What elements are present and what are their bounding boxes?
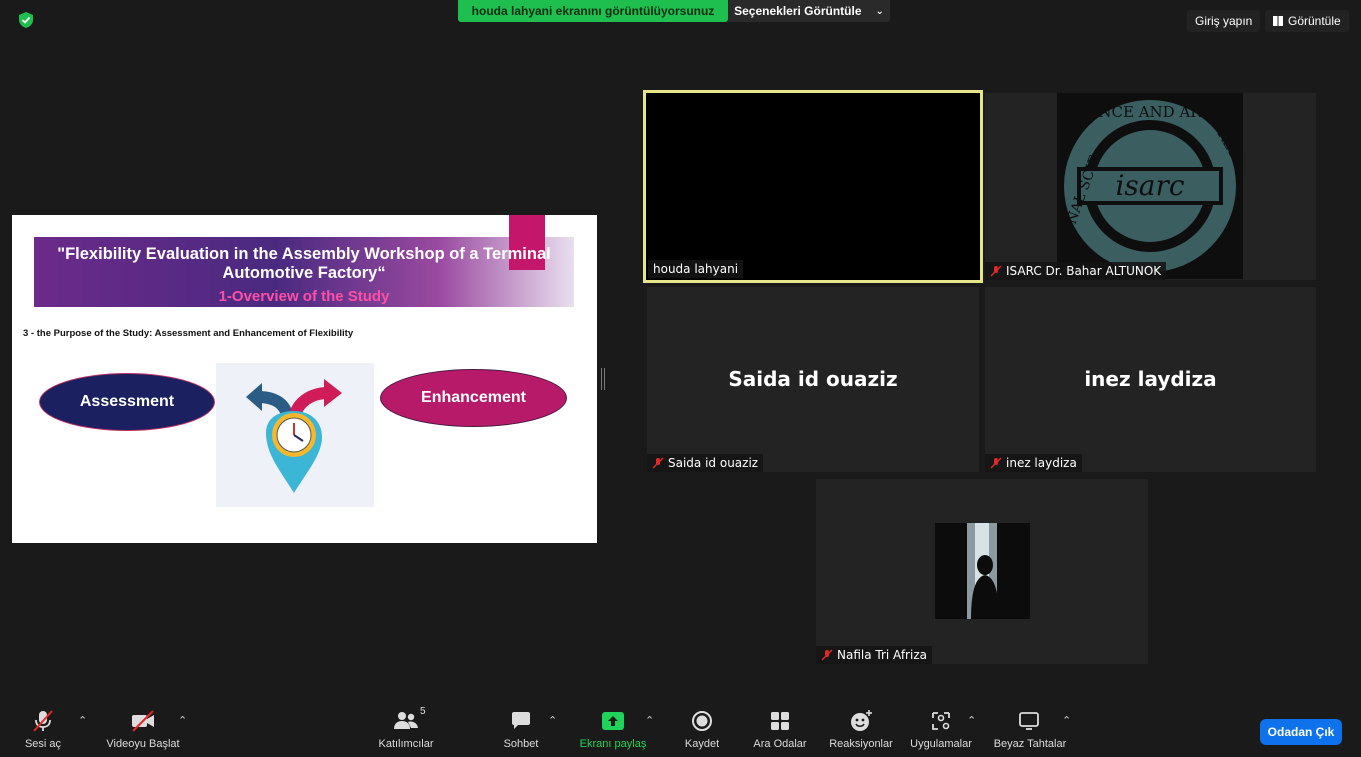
video-tile-nafila[interactable]: Nafila Tri Afriza <box>816 479 1148 664</box>
participant-name: Saida id ouaziz <box>668 456 759 470</box>
start-video-label: Videoyu Başlat <box>106 738 180 750</box>
participant-name-label: ISARC Dr. Bahar ALTUNOK <box>985 262 1167 280</box>
video-options-caret[interactable]: ⌃ <box>178 714 187 727</box>
zoom-meeting-window: houda lahyani ekranını görüntülüyorsunuz… <box>0 0 1361 757</box>
video-tile-inez[interactable]: inez laydiza inez laydiza <box>985 287 1316 472</box>
reactions-label: Reaksiyonlar <box>829 738 893 750</box>
participant-profile-photo <box>935 523 1030 619</box>
record-label: Kaydet <box>684 738 720 750</box>
slide-subtitle: 1-Overview of the Study <box>218 288 390 305</box>
record-button[interactable]: Kaydet <box>665 708 739 750</box>
leave-meeting-button[interactable]: Odadan Çık <box>1260 719 1342 745</box>
microphone-muted-icon <box>821 649 833 661</box>
silhouette-photo-icon <box>935 523 1030 619</box>
video-tile-isarc[interactable]: isarc NCE AND AR NAL SCIE RESEARCH CENTE… <box>985 93 1316 280</box>
participant-display-name: inez laydiza <box>1084 367 1217 391</box>
view-options-label: Seçenekleri Görüntüle <box>734 4 862 18</box>
video-camera-off-icon <box>132 710 154 732</box>
view-button[interactable]: Görüntüle <box>1265 10 1349 32</box>
screen-share-banner: houda lahyani ekranını görüntülüyorsunuz <box>458 0 728 22</box>
chat-options-caret[interactable]: ⌃ <box>548 714 557 727</box>
participant-name-label: Nafila Tri Afriza <box>816 646 932 664</box>
record-icon <box>692 711 712 731</box>
apps-options-caret[interactable]: ⌃ <box>967 714 976 727</box>
view-button-label: Görüntüle <box>1288 14 1341 28</box>
chat-label: Sohbet <box>503 738 539 750</box>
participant-name-label: houda lahyani <box>648 260 744 278</box>
participant-name-label: Saida id ouaziz <box>647 454 764 472</box>
share-screen-label: Ekranı paylaş <box>579 738 647 750</box>
isarc-logo-image: isarc NCE AND AR NAL SCIE RESEARCH CENTE <box>1057 93 1298 279</box>
chevron-down-icon: ⌄ <box>875 5 884 17</box>
participants-label: Katılımcılar <box>378 738 434 750</box>
participants-count: 5 <box>420 706 426 717</box>
isarc-logo-text: isarc <box>1115 169 1184 202</box>
participants-icon <box>394 712 418 729</box>
start-video-button[interactable]: Videoyu Başlat <box>98 708 188 750</box>
view-options-button[interactable]: Seçenekleri Görüntüle ⌄ <box>728 0 890 22</box>
breakout-rooms-icon <box>771 712 789 730</box>
microphone-muted-icon <box>33 710 53 732</box>
participant-display-name: Saida id ouaziz <box>728 367 898 391</box>
video-tile-saida[interactable]: Saida id ouaziz Saida id ouaziz <box>647 287 979 472</box>
sign-in-button[interactable]: Giriş yapın <box>1187 10 1261 32</box>
apps-icon <box>932 712 950 730</box>
unmute-button[interactable]: Sesi aç <box>8 708 78 750</box>
whiteboard-icon <box>1019 712 1039 730</box>
video-tile-houda[interactable]: houda lahyani <box>643 90 983 283</box>
shield-icon[interactable] <box>17 11 35 29</box>
shared-screen-slide[interactable]: "Flexibility Evaluation in the Assembly … <box>12 215 597 543</box>
slide-purpose-text: 3 - the Purpose of the Study: Assessment… <box>23 328 354 339</box>
arrows-clock-pin-icon <box>246 379 342 493</box>
assessment-oval: Assessment <box>39 373 215 431</box>
meeting-toolbar: Sesi aç ⌃ Videoyu Başlat ⌃ 5 Katılımcıla… <box>0 700 1361 757</box>
microphone-muted-icon <box>652 457 664 469</box>
reactions-button[interactable]: Reaksiyonlar <box>821 708 901 750</box>
chat-button[interactable]: Sohbet <box>484 708 558 750</box>
audio-options-caret[interactable]: ⌃ <box>78 714 87 727</box>
whiteboards-label: Beyaz Tahtalar <box>993 738 1067 750</box>
apps-label: Uygulamalar <box>910 738 972 750</box>
participant-name: ISARC Dr. Bahar ALTUNOK <box>1006 264 1162 278</box>
whiteboard-options-caret[interactable]: ⌃ <box>1062 714 1071 727</box>
share-options-caret[interactable]: ⌃ <box>645 714 654 727</box>
share-screen-icon <box>602 712 624 730</box>
isarc-logo-icon: isarc NCE AND AR NAL SCIE RESEARCH CENTE <box>1064 100 1298 272</box>
participant-name-label: inez laydiza <box>985 454 1082 472</box>
unmute-label: Sesi aç <box>24 738 62 750</box>
microphone-muted-icon <box>990 265 1002 277</box>
participant-name: inez laydiza <box>1006 456 1077 470</box>
microphone-muted-icon <box>990 457 1002 469</box>
participants-button[interactable]: 5 Katılımcılar <box>366 706 446 750</box>
enhancement-oval: Enhancement <box>380 369 567 427</box>
reaction-emoji-icon <box>851 710 872 731</box>
isarc-ring-top-text: NCE AND AR <box>1098 103 1202 121</box>
direction-clock-graphic <box>216 363 374 507</box>
split-view-resize-handle[interactable] <box>601 368 605 390</box>
participant-name: houda lahyani <box>653 262 739 276</box>
slide-title: "Flexibility Evaluation in the Assembly … <box>57 245 551 282</box>
breakout-rooms-label: Ara Odalar <box>753 738 807 750</box>
participant-name: Nafila Tri Afriza <box>837 648 927 662</box>
layout-grid-icon <box>1273 16 1283 26</box>
chat-bubble-icon <box>512 712 530 729</box>
breakout-rooms-button[interactable]: Ara Odalar <box>740 708 820 750</box>
